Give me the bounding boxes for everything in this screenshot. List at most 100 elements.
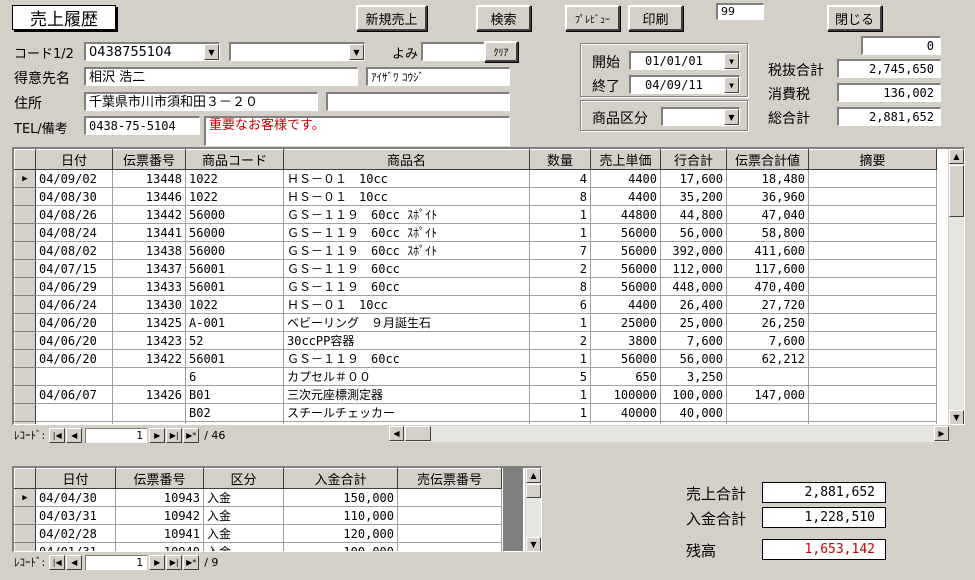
table-cell[interactable]: 4400 — [590, 169, 661, 188]
table-cell[interactable]: 13446 — [112, 187, 186, 206]
sales-horizontal-scrollbar[interactable]: ◀ ▶ — [389, 426, 949, 442]
table-cell[interactable]: ＨＳ－０１ 10cc — [283, 295, 530, 314]
table-cell[interactable] — [808, 277, 937, 296]
table-row[interactable]: 04/07/15 13437 56001 ＧＳ－１１９ 60cc 2 56000 112,0… — [14, 259, 937, 278]
table-cell[interactable]: 36,960 — [726, 187, 809, 206]
table-cell[interactable]: 56,000 — [660, 223, 727, 242]
column-header[interactable]: 商品コード — [185, 149, 284, 170]
customer-kana-field[interactable]: ｱｲｻﾞﾜ ｺｳｼﾞ — [366, 67, 510, 86]
table-cell[interactable]: 7 — [529, 241, 591, 260]
table-cell[interactable]: 04/08/26 — [35, 205, 113, 224]
payment-vertical-scrollbar[interactable]: ▲ ▼ — [525, 468, 541, 551]
table-cell[interactable]: 04/08/24 — [35, 223, 113, 242]
table-cell[interactable]: 04/09/02 — [35, 169, 113, 188]
table-cell[interactable]: 40,000 — [660, 403, 727, 422]
first-record-icon[interactable]: |◀ — [49, 554, 66, 570]
column-header[interactable]: 行合計 — [660, 149, 727, 170]
table-cell[interactable]: 56001 — [185, 277, 284, 296]
table-cell[interactable] — [808, 169, 937, 188]
table-row[interactable]: 04/06/071342056001ＧＳ－１１９ 60cc15600056,00… — [14, 421, 937, 424]
table-row[interactable]: ▶ 04/09/02 13448 1022 ＨＳ－０１ 10cc 4 4400 17,600 1… — [14, 169, 937, 188]
table-cell[interactable]: 150,000 — [283, 488, 398, 507]
table-cell[interactable]: 56001 — [185, 421, 284, 424]
hscroll-thumb[interactable] — [405, 426, 431, 441]
table-cell[interactable]: 04/06/29 — [35, 277, 113, 296]
table-cell[interactable] — [726, 403, 809, 422]
column-header[interactable]: 商品名 — [283, 149, 530, 170]
table-cell[interactable]: 13430 — [112, 295, 186, 314]
new-record-icon[interactable]: ▶* — [183, 554, 200, 570]
code1-combo[interactable]: 0438755104 ▼ — [84, 42, 220, 61]
table-cell[interactable]: 2 — [529, 259, 591, 278]
table-cell[interactable]: 1 — [529, 403, 591, 422]
table-cell[interactable]: 56,000 — [660, 349, 727, 368]
table-cell[interactable]: 2 — [529, 331, 591, 350]
table-cell[interactable]: 5 — [529, 367, 591, 386]
table-cell[interactable]: 100,000 — [283, 542, 398, 551]
table-cell[interactable]: 30ccPP容器 — [283, 331, 530, 350]
table-cell[interactable]: 1 — [529, 223, 591, 242]
sales-grid[interactable]: 日付 伝票番号 商品コード 商品名 数量 売上単価 行合計 伝票合計値 摘要 ▶… — [12, 147, 965, 425]
table-cell[interactable]: 4400 — [590, 295, 661, 314]
chevron-down-icon[interactable]: ▼ — [349, 44, 364, 60]
table-cell[interactable]: 56000 — [185, 205, 284, 224]
row-selector[interactable] — [14, 349, 36, 368]
category-combo[interactable]: ▼ — [661, 107, 740, 126]
table-cell[interactable]: 4400 — [590, 187, 661, 206]
current-row-indicator-icon[interactable]: ▶ — [14, 169, 36, 188]
last-record-icon[interactable]: ▶| — [166, 554, 183, 570]
table-cell[interactable]: 13422 — [112, 349, 186, 368]
table-cell[interactable]: 13437 — [112, 259, 186, 278]
table-cell[interactable]: 三次元座標測定器 — [283, 385, 530, 404]
table-cell[interactable]: 100000 — [590, 385, 661, 404]
row-selector[interactable] — [14, 421, 36, 424]
table-cell[interactable]: 入金 — [203, 506, 284, 525]
table-cell[interactable]: 56000 — [185, 241, 284, 260]
column-header[interactable]: 伝票番号 — [115, 468, 204, 489]
row-selector[interactable] — [14, 524, 36, 543]
table-cell[interactable] — [112, 367, 186, 386]
table-cell[interactable]: 25000 — [590, 313, 661, 332]
tel-field[interactable]: 0438-75-5104 — [84, 116, 200, 135]
column-header[interactable]: 日付 — [35, 468, 116, 489]
table-cell[interactable]: 10942 — [115, 506, 204, 525]
table-cell[interactable] — [112, 403, 186, 422]
table-cell[interactable]: 58,800 — [726, 421, 809, 424]
address-field[interactable]: 千葉県市川市須和田３－２０ — [84, 92, 318, 111]
row-selector[interactable] — [14, 403, 36, 422]
new-record-icon[interactable]: ▶* — [183, 427, 200, 443]
table-cell[interactable] — [726, 367, 809, 386]
table-cell[interactable]: ＧＳ－１１９ 60cc — [283, 349, 530, 368]
table-cell[interactable]: ＧＳ－１１９ 60cc — [283, 421, 530, 424]
table-cell[interactable]: 112,000 — [660, 259, 727, 278]
table-cell[interactable]: 26,400 — [660, 295, 727, 314]
scroll-up-icon[interactable]: ▲ — [949, 149, 964, 164]
row-selector[interactable] — [14, 542, 36, 551]
payment-grid[interactable]: 日付 伝票番号 区分 入金合計 売伝票番号 ▶ 04/04/30 10943 入金 15… — [12, 466, 542, 552]
table-cell[interactable] — [808, 403, 937, 422]
table-cell[interactable] — [397, 524, 502, 543]
chevron-down-icon[interactable]: ▼ — [724, 53, 739, 69]
sales-vertical-scrollbar[interactable]: ▲ ▼ — [948, 149, 964, 424]
table-cell[interactable] — [808, 205, 937, 224]
new-sale-button[interactable]: 新規売上 — [356, 5, 427, 31]
chevron-down-icon[interactable]: ▼ — [724, 77, 739, 93]
table-cell[interactable]: 1 — [529, 421, 591, 424]
row-selector[interactable] — [14, 277, 36, 296]
scroll-thumb[interactable] — [949, 165, 964, 217]
table-cell[interactable]: 10941 — [115, 524, 204, 543]
table-cell[interactable]: 110,000 — [283, 506, 398, 525]
next-record-icon[interactable]: ▶ — [149, 427, 166, 443]
search-button[interactable]: 検索 — [476, 5, 531, 31]
row-selector[interactable] — [14, 205, 36, 224]
table-cell[interactable]: ＧＳ－１１９ 60cc ｽﾎﾟｲﾄ — [283, 205, 530, 224]
column-header[interactable]: 数量 — [529, 149, 591, 170]
table-cell[interactable]: 1 — [529, 205, 591, 224]
table-cell[interactable]: 8 — [529, 277, 591, 296]
table-cell[interactable]: 56000 — [590, 277, 661, 296]
table-cell[interactable]: 8 — [529, 187, 591, 206]
table-cell[interactable]: 6 — [529, 295, 591, 314]
memo-field[interactable]: 重要なお客様です。 — [204, 116, 510, 146]
table-row[interactable]: 04/08/26 13442 56000 ＧＳ－１１９ 60cc ｽﾎﾟｲﾄ 1 4480… — [14, 205, 937, 224]
table-cell[interactable]: 13448 — [112, 169, 186, 188]
